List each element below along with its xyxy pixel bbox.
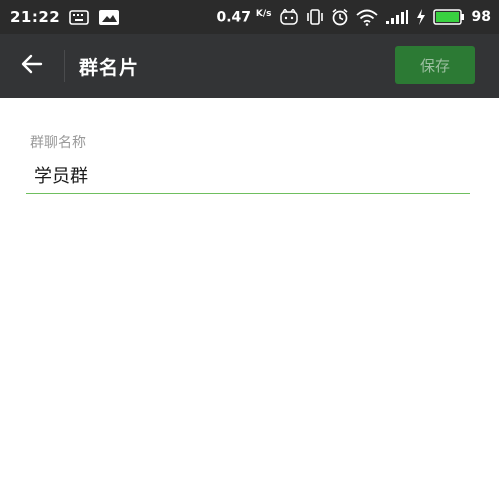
app-notification-icon	[279, 8, 299, 26]
battery-level: 98	[471, 9, 491, 25]
status-bar: 21:22 0.47 K/s 98	[0, 0, 499, 34]
network-speed-value: 0.47	[216, 9, 252, 26]
back-button[interactable]	[0, 34, 64, 98]
group-name-label: 群聊名称	[30, 135, 86, 151]
title-bar: 群名片 保存	[0, 34, 499, 98]
alarm-icon	[331, 8, 349, 26]
image-notification-icon	[98, 9, 120, 26]
status-bar-right: 0.47 K/s 98	[216, 8, 491, 26]
page-title: 群名片	[79, 56, 140, 79]
network-speed: 0.47 K/s	[216, 9, 271, 26]
signal-icon	[385, 9, 409, 25]
title-divider	[64, 50, 65, 82]
arrow-left-icon	[20, 52, 44, 80]
battery-icon	[432, 9, 465, 25]
group-name-input[interactable]	[26, 156, 470, 194]
save-button[interactable]: 保存	[395, 46, 475, 84]
vibrate-icon	[306, 8, 324, 26]
wifi-icon	[355, 9, 378, 26]
keyboard-icon	[69, 9, 90, 25]
charging-icon	[416, 9, 426, 25]
status-bar-left: 21:22	[10, 8, 120, 26]
network-speed-unit: K/s	[255, 8, 272, 19]
clock-text: 21:22	[10, 8, 61, 26]
